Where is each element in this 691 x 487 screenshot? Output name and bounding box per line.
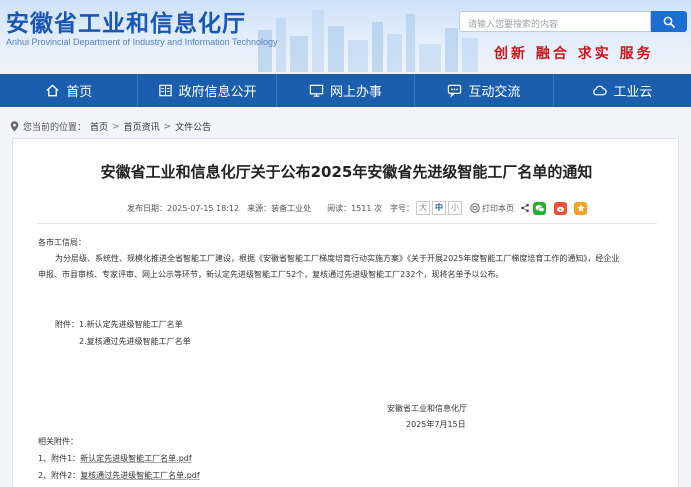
nav-label: 网上办事	[330, 85, 383, 100]
paragraph-line-2: 申报、市县审核、专家评审、网上公示等环节，新认定先进级智能工厂52个，复核通过先…	[38, 270, 504, 279]
search-button[interactable]	[651, 11, 687, 32]
site-header: 安徽省工业和信息化厅 Anhui Provincial Department o…	[0, 0, 691, 72]
site-title[interactable]: 安徽省工业和信息化厅	[6, 4, 246, 38]
city-skyline-decoration	[258, 10, 478, 72]
share-icon[interactable]	[520, 203, 530, 213]
document-list-icon	[158, 84, 172, 97]
monitor-icon	[309, 84, 324, 97]
publish-date: 2025-07-15 18:12	[167, 203, 240, 213]
cloud-icon	[593, 85, 607, 96]
salutation: 各市工信局：	[38, 238, 86, 247]
signature-org: 安徽省工业和信息化厅	[387, 404, 467, 413]
attachments-inline: 附件：1.新认定先进级智能工厂名单	[55, 319, 183, 331]
related-file-link-2[interactable]: 复核通过先进级智能工厂名单.pdf	[80, 471, 200, 480]
related-file-2: 2、附件2：复核通过先进级智能工厂名单.pdf	[38, 470, 200, 482]
slogan: 创新 融合 求实 服务	[494, 46, 654, 62]
search-box	[459, 11, 651, 35]
font-size-large-button[interactable]: 大	[416, 201, 430, 215]
nav-label: 工业云	[613, 85, 653, 100]
star-icon	[576, 204, 585, 212]
font-size-small-button[interactable]: 小	[448, 201, 462, 215]
weibo-share-icon[interactable]	[554, 201, 567, 215]
print-button[interactable]: 打印本页	[470, 203, 514, 214]
source-value: 装备工业处	[271, 203, 312, 213]
article-meta: 发布日期： 2025-07-15 18:12 来源： 装备工业处 阅读： 151…	[127, 201, 587, 215]
nav-item-online-services[interactable]: 网上办事	[277, 74, 416, 107]
location-pin-icon	[10, 121, 19, 132]
nav-item-gov-info[interactable]: 政府信息公开	[138, 74, 277, 107]
attachment-item: 2.复核通过先进级智能工厂名单	[79, 337, 191, 346]
site-subtitle: Anhui Provincial Department of Industry …	[6, 37, 278, 47]
search-input[interactable]	[460, 15, 650, 35]
print-label: 打印本页	[482, 203, 514, 213]
breadcrumb-prefix: 您当前的位置：	[23, 123, 87, 133]
breadcrumb-separator: >	[112, 121, 120, 132]
printer-icon	[470, 203, 480, 213]
divider	[37, 223, 657, 224]
related-file-prefix: 2、附件2：	[38, 471, 81, 480]
breadcrumb-link-news[interactable]: 首页资讯	[124, 120, 160, 133]
wechat-share-icon[interactable]	[533, 201, 546, 215]
related-attachments-label: 相关附件：	[38, 437, 78, 446]
qzone-share-icon[interactable]	[574, 201, 587, 215]
nav-label: 政府信息公开	[178, 85, 257, 100]
related-file-link-1[interactable]: 新认定先进级智能工厂名单.pdf	[80, 454, 192, 463]
home-icon	[46, 84, 59, 97]
source-label: 来源：	[247, 203, 272, 213]
article-container: 安徽省工业和信息化厅关于公布2025年安徽省先进级智能工厂名单的通知 发布日期：…	[12, 138, 679, 487]
breadcrumb-separator: >	[163, 121, 172, 132]
nav-label: 互动交流	[468, 85, 521, 100]
related-file-prefix: 1、附件1：	[38, 454, 81, 463]
breadcrumb: 您当前的位置： 首页 > 首页资讯 > 文件公告	[10, 120, 211, 133]
nav-item-home[interactable]: 首页	[0, 74, 139, 107]
article-title: 安徽省工业和信息化厅关于公布2025年安徽省先进级智能工厂名单的通知	[100, 163, 593, 181]
views-label: 阅读：	[327, 203, 352, 213]
attachment-item: 1.新认定先进级智能工厂名单	[79, 320, 183, 329]
nav-label: 首页	[66, 85, 93, 100]
chat-icon	[448, 84, 462, 98]
date-label: 发布日期：	[127, 203, 167, 213]
signature-date: 2025年7月15日	[406, 420, 466, 429]
breadcrumb-link-announcements[interactable]: 文件公告	[175, 120, 211, 133]
search-icon	[663, 16, 675, 28]
views-count: 1511 次	[351, 203, 382, 213]
main-nav: 首页 政府信息公开 网上办事 互动交流 工业云	[0, 74, 691, 107]
wechat-logo-icon	[535, 204, 545, 212]
font-size-medium-button[interactable]: 中	[432, 201, 446, 215]
font-size-label: 字号：	[390, 203, 414, 213]
breadcrumb-link-home[interactable]: 首页	[90, 120, 108, 133]
nav-item-interaction[interactable]: 互动交流	[415, 74, 554, 107]
weibo-logo-icon	[556, 206, 564, 212]
attachments-label: 附件：	[55, 320, 79, 329]
paragraph-line-1: 为分层级、系统性、规模化推进全省智能工厂建设，根据《安徽省智能工厂梯度培育行动实…	[55, 254, 620, 263]
related-file-1: 1、附件1：新认定先进级智能工厂名单.pdf	[38, 453, 192, 465]
nav-item-industry-cloud[interactable]: 工业云	[554, 74, 691, 107]
